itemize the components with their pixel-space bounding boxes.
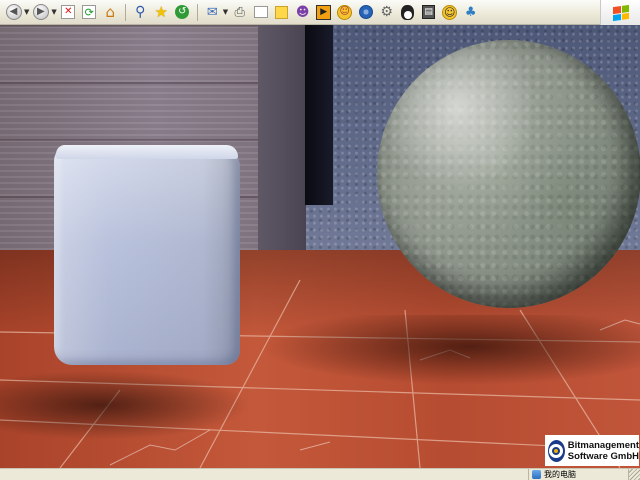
archive-button[interactable]: ▤ (419, 3, 438, 22)
settings-button[interactable]: ⚙ (377, 3, 396, 22)
emoticon-icon: ☺ (337, 4, 353, 20)
emoticon-button[interactable]: ☺ (335, 3, 354, 22)
archive-icon: ▤ (422, 5, 436, 19)
toolbar-separator (196, 3, 198, 21)
forward-button[interactable]: ▶ (31, 3, 50, 22)
cube-shadow (0, 370, 250, 440)
edit-button[interactable] (251, 3, 270, 22)
zone-label: 我的电脑 (544, 470, 576, 479)
stop-icon: ✕ (61, 5, 76, 19)
mail-icon: ✉ (206, 4, 218, 20)
penguin-icon (401, 4, 415, 20)
back-arrow-icon: ◀ (5, 4, 22, 20)
rounded-cube (54, 145, 240, 365)
media-button[interactable]: ▶ (314, 3, 333, 22)
status-bar: 我的电脑 (0, 468, 640, 480)
sphere-shadow (260, 315, 640, 385)
media-icon: ▶ (316, 4, 332, 20)
qq-button[interactable] (398, 3, 417, 22)
status-text-area (0, 469, 528, 480)
logo-line-2: Software GmbH (567, 450, 639, 462)
logo-text: Bitmanagement Software GmbH (568, 440, 639, 462)
resize-grip[interactable] (628, 469, 640, 480)
network-button[interactable] (356, 3, 375, 22)
mail-button[interactable]: ✉ (203, 3, 222, 22)
messenger-icon: ☻ (295, 4, 310, 20)
refresh-button[interactable]: ⟳ (80, 3, 99, 22)
star-icon: ★ (154, 2, 168, 21)
security-zone[interactable]: 我的电脑 (528, 469, 628, 480)
notes-icon (275, 5, 289, 19)
toolbar-separator (124, 3, 126, 21)
history-button[interactable]: ↺ (173, 3, 192, 22)
edit-icon (253, 6, 268, 18)
tray-icon: ♣ (464, 4, 477, 20)
back-button[interactable]: ◀ (4, 3, 23, 22)
search-button[interactable]: ⚲ (131, 3, 150, 22)
windows-flag-icon (612, 4, 629, 21)
tray-button[interactable]: ♣ (461, 3, 480, 22)
computer-icon (532, 470, 541, 479)
browser-toolbar: ◀ ▼ ▶ ▼ ✕ ⟳ ⌂ ⚲ ★ ↺ ✉ ▼ ⎙ ☻ ▶ ☺ ⚙ ▤ ☺ ♣ (0, 0, 640, 25)
smiley-icon: ☺ (442, 4, 458, 20)
refresh-icon: ⟳ (82, 5, 97, 19)
cube-top-face (56, 145, 238, 159)
3d-viewport[interactable] (0, 25, 640, 468)
favorites-button[interactable]: ★ (152, 3, 171, 22)
search-icon: ⚲ (135, 4, 146, 20)
printer-icon: ⎙ (234, 4, 245, 20)
messenger-button[interactable]: ☻ (293, 3, 312, 22)
logo-line-1: Bitmanagement (567, 439, 639, 451)
smiley-button[interactable]: ☺ (440, 3, 459, 22)
marble-sphere (377, 40, 640, 308)
penguin-belly (403, 10, 412, 19)
chevron-down-icon[interactable]: ▼ (223, 8, 228, 16)
settings-icon: ⚙ (380, 4, 393, 20)
chevron-down-icon[interactable]: ▼ (24, 8, 29, 16)
stop-button[interactable]: ✕ (59, 3, 78, 22)
print-button[interactable]: ⎙ (230, 3, 249, 22)
dark-gap (305, 25, 333, 205)
home-icon: ⌂ (105, 2, 116, 21)
forward-arrow-icon: ▶ (32, 4, 49, 20)
home-button[interactable]: ⌂ (101, 3, 120, 22)
bitmanagement-logo[interactable]: Bitmanagement Software GmbH (545, 435, 639, 466)
history-icon: ↺ (175, 5, 190, 19)
bitmanagement-logo-icon (548, 439, 565, 462)
network-icon (358, 5, 373, 19)
windows-logo (600, 0, 640, 25)
chevron-down-icon[interactable]: ▼ (51, 8, 56, 16)
notes-button[interactable] (272, 3, 291, 22)
